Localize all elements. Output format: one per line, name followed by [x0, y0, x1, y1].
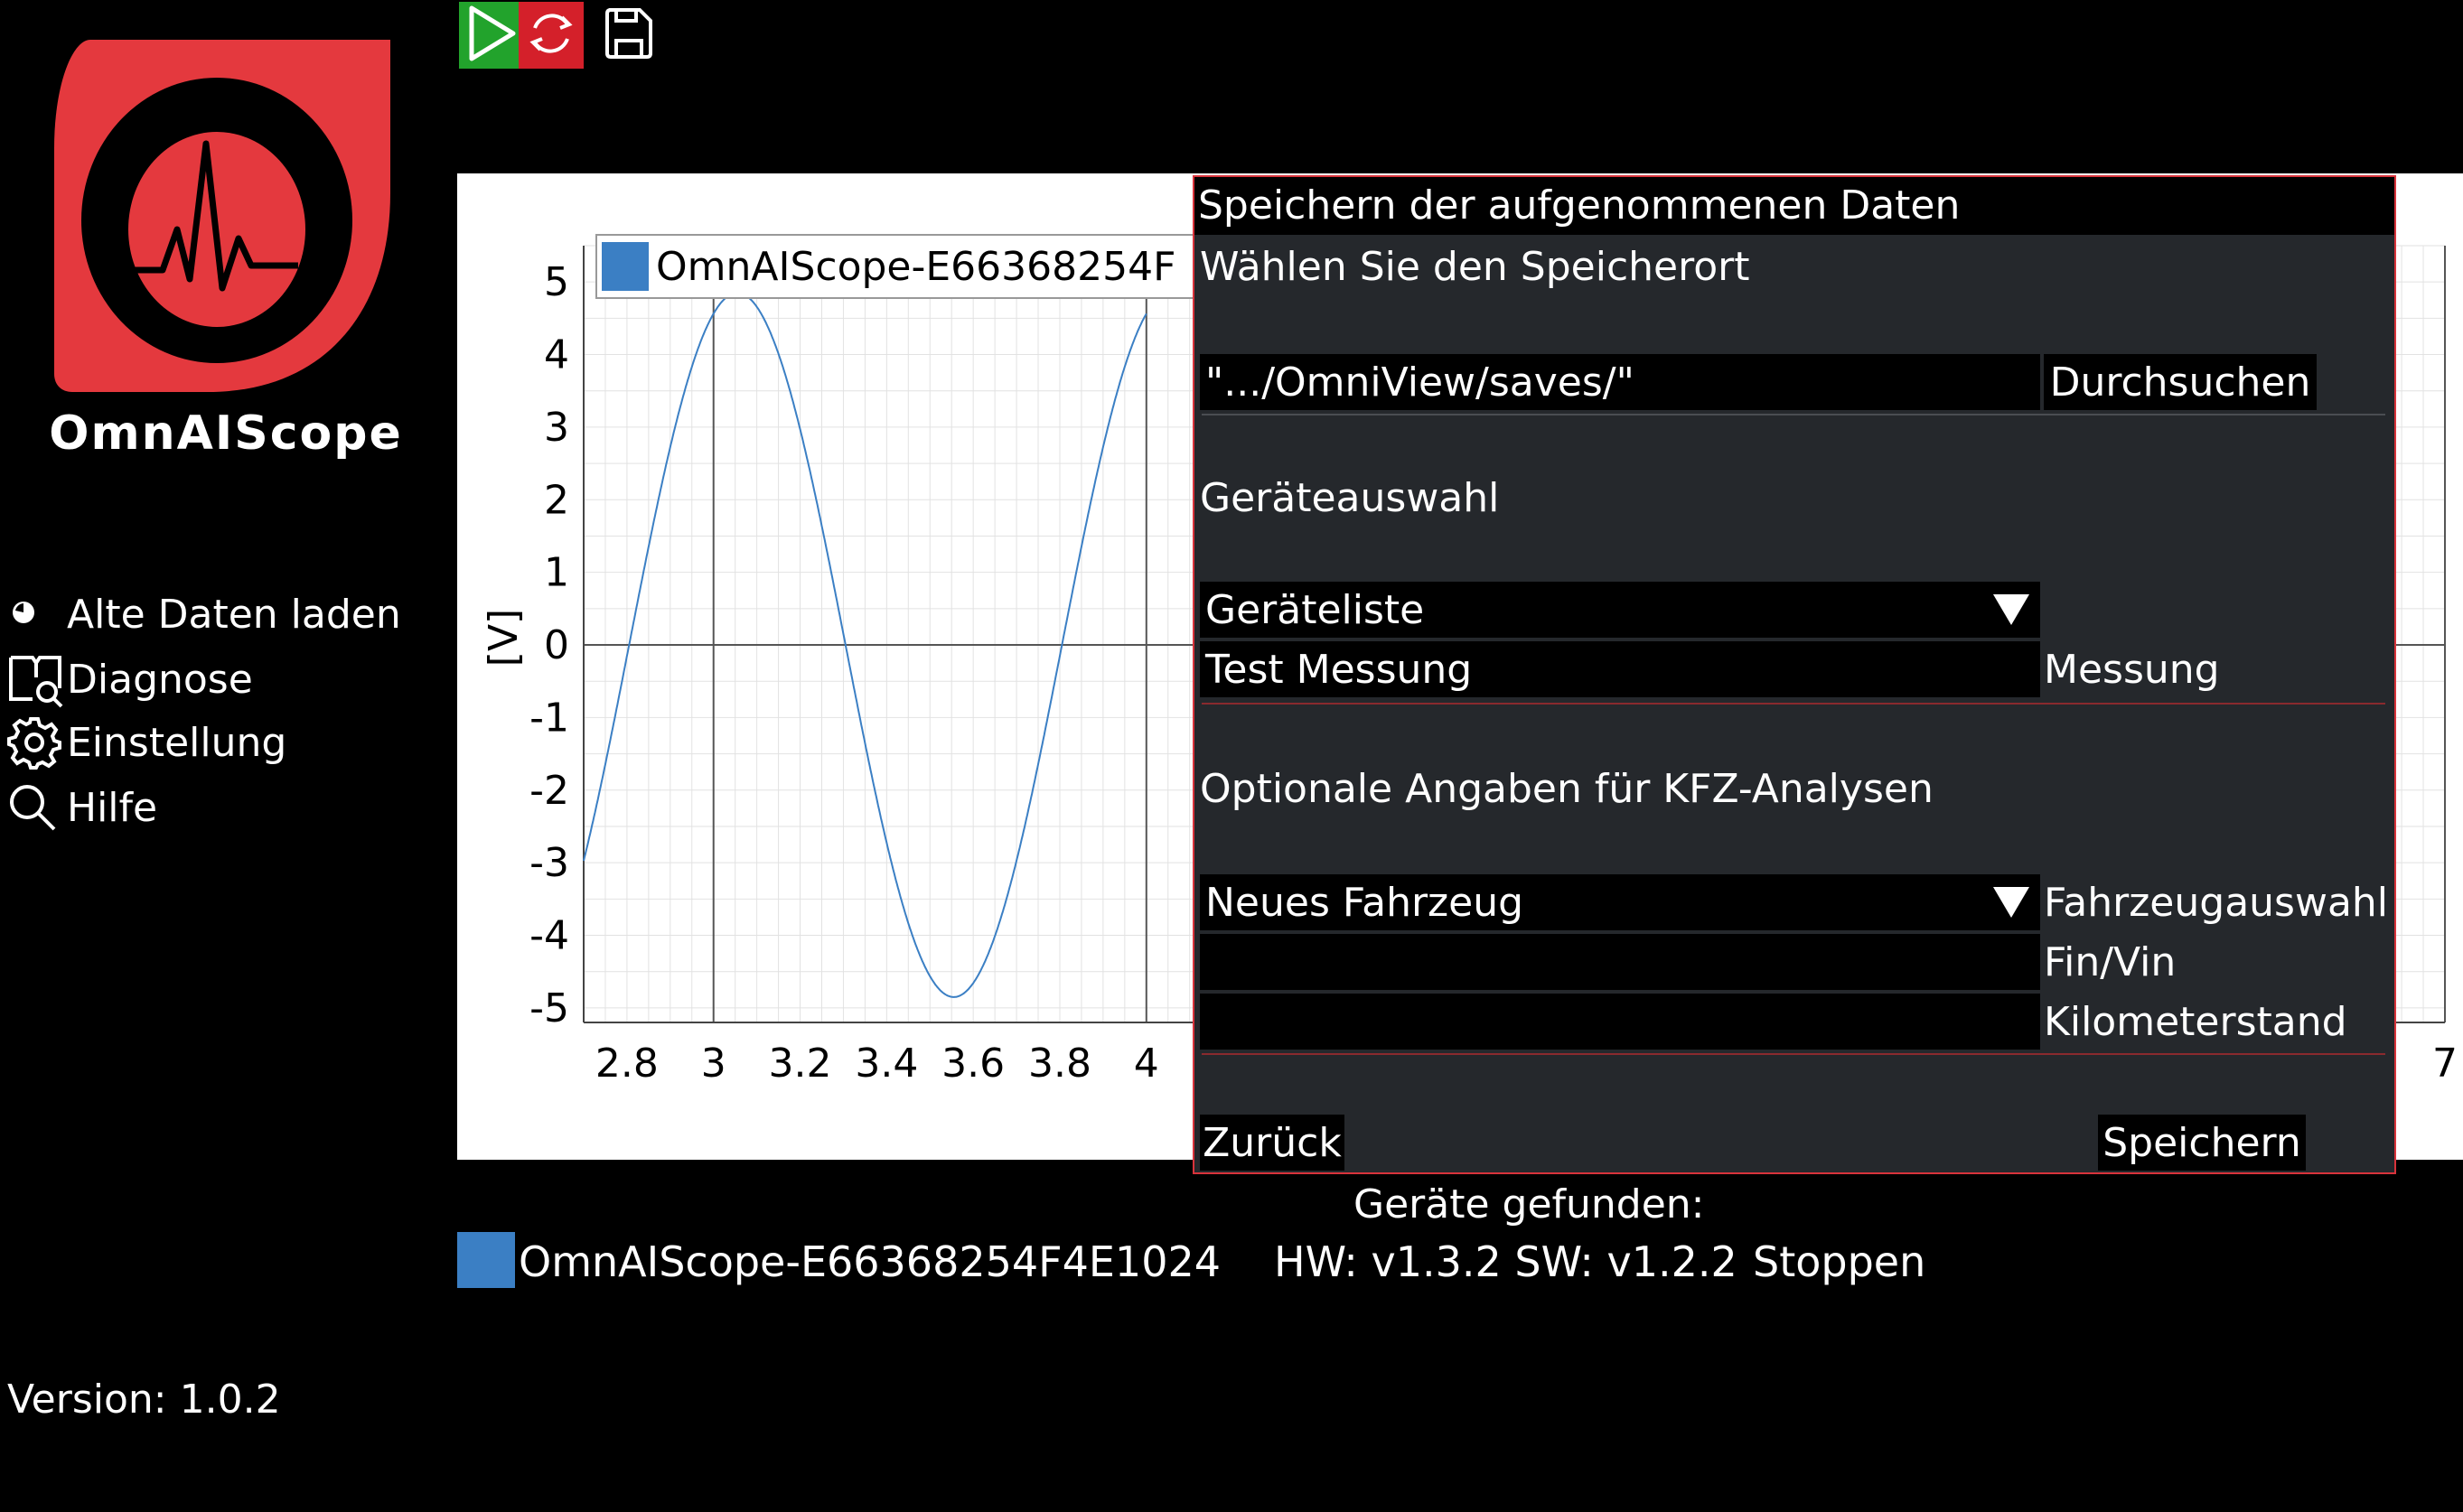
devices-found-label: Geräte gefunden: — [1353, 1181, 1705, 1227]
version-label: Version: 1.0.2 — [7, 1377, 281, 1423]
stop-button[interactable]: Stoppen — [1753, 1237, 1925, 1286]
y-tick-label: -1 — [529, 695, 569, 741]
sidebar-item-settings[interactable]: Einstellung — [7, 714, 286, 771]
y-tick-label: 5 — [544, 259, 569, 305]
device-list-value: Geräteliste — [1205, 586, 1425, 633]
play-icon — [464, 5, 519, 66]
save-icon — [604, 6, 654, 64]
sidebar-item-help[interactable]: Hilfe — [7, 779, 157, 836]
legend-label: OmnAIScope-E66368254F — [656, 244, 1175, 290]
y-tick-label: 3 — [544, 405, 569, 451]
save-dialog: Speichern der aufgenommenen Daten Wählen… — [1193, 175, 2396, 1174]
app-logo — [54, 40, 390, 392]
y-tick-label: -3 — [529, 840, 569, 886]
mileage-field[interactable] — [1200, 994, 2040, 1050]
refresh-icon — [524, 5, 578, 66]
x-tick-label: 4 — [1134, 1041, 1159, 1087]
device-version: HW: v1.3.2 SW: v1.2.2 — [1274, 1237, 1737, 1286]
save-button[interactable] — [596, 2, 661, 69]
x-tick-label: 2.8 — [595, 1041, 659, 1087]
measurement-name-field[interactable]: Test Messung — [1200, 641, 2040, 697]
chevron-down-icon — [1993, 887, 2029, 918]
vehicle-label: Fahrzeugauswahl — [2044, 880, 2389, 926]
device-color-swatch — [457, 1232, 515, 1288]
refresh-button[interactable] — [519, 2, 584, 69]
vin-field[interactable] — [1200, 934, 2040, 990]
app-name: OmnAIScope — [49, 406, 403, 461]
x-tick-label: 7 — [2432, 1041, 2458, 1087]
sidebar-item-label: Hilfe — [67, 784, 158, 831]
vehicle-section-label: Optionale Angaben für KFZ-Analysen — [1200, 766, 1934, 812]
location-label: Wählen Sie den Speicherort — [1200, 244, 1750, 290]
save-path-field[interactable]: ".../OmniView/saves/" — [1200, 354, 2040, 410]
play-button[interactable] — [459, 2, 524, 69]
sidebar-item-diagnose[interactable]: Diagnose — [7, 650, 253, 708]
sidebar-item-label: Diagnose — [67, 656, 253, 703]
gear-icon — [7, 714, 67, 771]
back-button[interactable]: Zurück — [1200, 1115, 1344, 1171]
y-tick-label: 1 — [544, 550, 569, 596]
legend-swatch — [602, 242, 649, 291]
vehicle-select[interactable]: Neues Fahrzeug — [1200, 874, 2040, 930]
x-tick-label: 3 — [701, 1041, 726, 1087]
y-tick-label: -4 — [529, 913, 569, 959]
x-tick-label: 3.6 — [941, 1041, 1005, 1087]
load-icon — [7, 585, 67, 643]
separator — [1202, 703, 2385, 705]
x-tick-label: 3.2 — [769, 1041, 832, 1087]
vin-label: Fin/Vin — [2044, 939, 2177, 985]
y-tick-label: 2 — [544, 477, 569, 523]
device-name: OmnAIScope-E66368254F4E1024 — [519, 1237, 1221, 1286]
y-tick-label: 0 — [544, 622, 569, 668]
dialog-save-button[interactable]: Speichern — [2098, 1115, 2306, 1171]
dialog-title: Speichern der aufgenommenen Daten — [1194, 177, 2394, 235]
device-section-label: Geräteauswahl — [1200, 475, 1500, 521]
y-tick-label: 4 — [544, 332, 569, 378]
mileage-label: Kilometerstand — [2044, 999, 2347, 1045]
device-list-select[interactable]: Geräteliste — [1200, 582, 2040, 638]
sidebar-item-load-data[interactable]: Alte Daten laden — [7, 585, 401, 643]
vehicle-select-value: Neues Fahrzeug — [1205, 879, 1524, 926]
chevron-down-icon — [1993, 594, 2029, 625]
x-tick-label: 3.8 — [1028, 1041, 1091, 1087]
x-tick-label: 3.4 — [855, 1041, 918, 1087]
measurement-label: Messung — [2044, 647, 2220, 693]
separator — [1202, 414, 2385, 415]
browse-button[interactable]: Durchsuchen — [2044, 354, 2317, 410]
diagnose-icon — [7, 650, 67, 708]
sidebar-item-label: Alte Daten laden — [67, 591, 401, 638]
y-axis-label: [V] — [481, 609, 527, 667]
search-icon — [7, 779, 67, 836]
y-tick-label: -5 — [529, 985, 569, 1031]
separator — [1202, 1053, 2385, 1055]
sidebar-item-label: Einstellung — [67, 719, 287, 766]
y-tick-label: -2 — [529, 768, 569, 814]
